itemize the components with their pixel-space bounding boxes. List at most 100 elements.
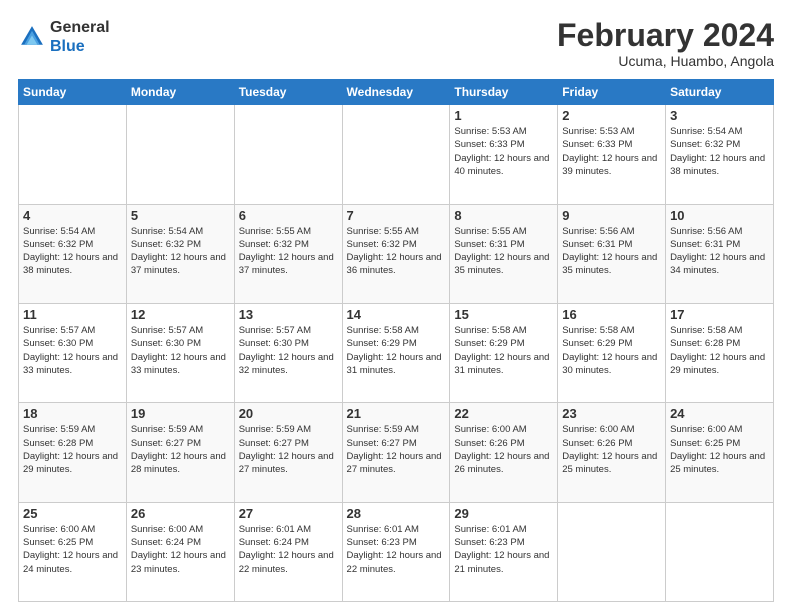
day-number: 4 [23,208,122,223]
col-friday: Friday [558,80,666,105]
table-row [342,105,450,204]
day-info: Sunrise: 6:01 AMSunset: 6:23 PMDaylight:… [347,523,446,576]
day-number: 26 [131,506,230,521]
table-row: 9 Sunrise: 5:56 AMSunset: 6:31 PMDaylight… [558,204,666,303]
day-number: 1 [454,108,553,123]
table-row [19,105,127,204]
col-sunday: Sunday [19,80,127,105]
table-row [666,502,774,601]
table-row: 16 Sunrise: 5:58 AMSunset: 6:29 PMDayligh… [558,303,666,402]
day-number: 16 [562,307,661,322]
day-number: 5 [131,208,230,223]
day-info: Sunrise: 6:00 AMSunset: 6:25 PMDaylight:… [670,423,769,476]
day-info: Sunrise: 5:58 AMSunset: 6:28 PMDaylight:… [670,324,769,377]
day-number: 9 [562,208,661,223]
table-row: 24 Sunrise: 6:00 AMSunset: 6:25 PMDayligh… [666,403,774,502]
day-number: 20 [239,406,338,421]
table-row: 1 Sunrise: 5:53 AMSunset: 6:33 PMDaylight… [450,105,558,204]
table-row: 3 Sunrise: 5:54 AMSunset: 6:32 PMDaylight… [666,105,774,204]
table-row: 6Sunrise: 5:55 AMSunset: 6:32 PMDaylight… [234,204,342,303]
day-number: 18 [23,406,122,421]
day-info: Sunrise: 5:59 AMSunset: 6:27 PMDaylight:… [347,423,446,476]
table-row: 13 Sunrise: 5:57 AMSunset: 6:30 PMDayligh… [234,303,342,402]
col-thursday: Thursday [450,80,558,105]
day-info: Sunrise: 5:53 AMSunset: 6:33 PMDaylight:… [562,125,661,178]
table-row [558,502,666,601]
day-info: Sunrise: 6:01 AMSunset: 6:23 PMDaylight:… [454,523,553,576]
day-number: 21 [347,406,446,421]
day-info: Sunrise: 5:53 AMSunset: 6:33 PMDaylight:… [454,125,553,178]
day-number: 11 [23,307,122,322]
day-number: 25 [23,506,122,521]
day-info: Sunrise: 5:54 AMSunset: 6:32 PMDaylight:… [670,125,769,178]
day-info: Sunrise: 5:54 AMSunset: 6:32 PMDaylight:… [131,225,230,278]
table-row: 12 Sunrise: 5:57 AMSunset: 6:30 PMDayligh… [126,303,234,402]
day-info: Sunrise: 6:00 AMSunset: 6:24 PMDaylight:… [131,523,230,576]
table-row: 22Sunrise: 6:00 AMSunset: 6:26 PMDayligh… [450,403,558,502]
day-number: 23 [562,406,661,421]
day-info: Sunrise: 6:01 AMSunset: 6:24 PMDaylight:… [239,523,338,576]
col-tuesday: Tuesday [234,80,342,105]
table-row: 8Sunrise: 5:55 AMSunset: 6:31 PMDaylight… [450,204,558,303]
table-row: 15Sunrise: 5:58 AMSunset: 6:29 PMDayligh… [450,303,558,402]
day-info: Sunrise: 5:57 AMSunset: 6:30 PMDaylight:… [239,324,338,377]
calendar-table: Sunday Monday Tuesday Wednesday Thursday… [18,79,774,602]
day-info: Sunrise: 5:57 AMSunset: 6:30 PMDaylight:… [131,324,230,377]
table-row: 29Sunrise: 6:01 AMSunset: 6:23 PMDayligh… [450,502,558,601]
calendar-week-row: 11 Sunrise: 5:57 AMSunset: 6:30 PMDayligh… [19,303,774,402]
day-number: 13 [239,307,338,322]
day-number: 7 [347,208,446,223]
table-row: 14 Sunrise: 5:58 AMSunset: 6:29 PMDayligh… [342,303,450,402]
location-text: Ucuma, Huambo, Angola [557,53,774,69]
day-info: Sunrise: 5:56 AMSunset: 6:31 PMDaylight:… [562,225,661,278]
table-row: 11 Sunrise: 5:57 AMSunset: 6:30 PMDayligh… [19,303,127,402]
day-info: Sunrise: 5:59 AMSunset: 6:28 PMDaylight:… [23,423,122,476]
day-number: 12 [131,307,230,322]
table-row: 2Sunrise: 5:53 AMSunset: 6:33 PMDaylight… [558,105,666,204]
day-number: 14 [347,307,446,322]
day-info: Sunrise: 5:57 AMSunset: 6:30 PMDaylight:… [23,324,122,377]
table-row: 10 Sunrise: 5:56 AMSunset: 6:31 PMDayligh… [666,204,774,303]
day-info: Sunrise: 5:58 AMSunset: 6:29 PMDaylight:… [454,324,553,377]
logo-general-text: General [50,19,110,36]
day-info: Sunrise: 5:59 AMSunset: 6:27 PMDaylight:… [239,423,338,476]
table-row: 5 Sunrise: 5:54 AMSunset: 6:32 PMDaylight… [126,204,234,303]
table-row [234,105,342,204]
day-info: Sunrise: 5:58 AMSunset: 6:29 PMDaylight:… [562,324,661,377]
table-row: 21 Sunrise: 5:59 AMSunset: 6:27 PMDayligh… [342,403,450,502]
table-row: 4 Sunrise: 5:54 AMSunset: 6:32 PMDaylight… [19,204,127,303]
table-row: 28 Sunrise: 6:01 AMSunset: 6:23 PMDayligh… [342,502,450,601]
day-number: 24 [670,406,769,421]
month-title: February 2024 [557,18,774,53]
day-number: 17 [670,307,769,322]
logo: General Blue [18,18,110,56]
table-row: 23Sunrise: 6:00 AMSunset: 6:26 PMDayligh… [558,403,666,502]
day-info: Sunrise: 5:56 AMSunset: 6:31 PMDaylight:… [670,225,769,278]
table-row: 19Sunrise: 5:59 AMSunset: 6:27 PMDayligh… [126,403,234,502]
day-info: Sunrise: 5:55 AMSunset: 6:31 PMDaylight:… [454,225,553,278]
day-info: Sunrise: 5:58 AMSunset: 6:29 PMDaylight:… [347,324,446,377]
day-number: 28 [347,506,446,521]
day-number: 6 [239,208,338,223]
logo-blue-text: Blue [50,38,85,55]
title-block: February 2024 Ucuma, Huambo, Angola [557,18,774,69]
calendar-week-row: 18 Sunrise: 5:59 AMSunset: 6:28 PMDayligh… [19,403,774,502]
day-info: Sunrise: 5:54 AMSunset: 6:32 PMDaylight:… [23,225,122,278]
table-row: 17 Sunrise: 5:58 AMSunset: 6:28 PMDayligh… [666,303,774,402]
table-row: 18 Sunrise: 5:59 AMSunset: 6:28 PMDayligh… [19,403,127,502]
day-number: 3 [670,108,769,123]
day-number: 10 [670,208,769,223]
col-monday: Monday [126,80,234,105]
day-number: 19 [131,406,230,421]
table-row: 7 Sunrise: 5:55 AMSunset: 6:32 PMDaylight… [342,204,450,303]
col-saturday: Saturday [666,80,774,105]
table-row: 27 Sunrise: 6:01 AMSunset: 6:24 PMDayligh… [234,502,342,601]
day-info: Sunrise: 5:55 AMSunset: 6:32 PMDaylight:… [347,225,446,278]
calendar-header-row: Sunday Monday Tuesday Wednesday Thursday… [19,80,774,105]
table-row [126,105,234,204]
table-row: 26 Sunrise: 6:00 AMSunset: 6:24 PMDayligh… [126,502,234,601]
day-number: 22 [454,406,553,421]
day-number: 27 [239,506,338,521]
page-header: General Blue February 2024 Ucuma, Huambo… [18,18,774,69]
col-wednesday: Wednesday [342,80,450,105]
